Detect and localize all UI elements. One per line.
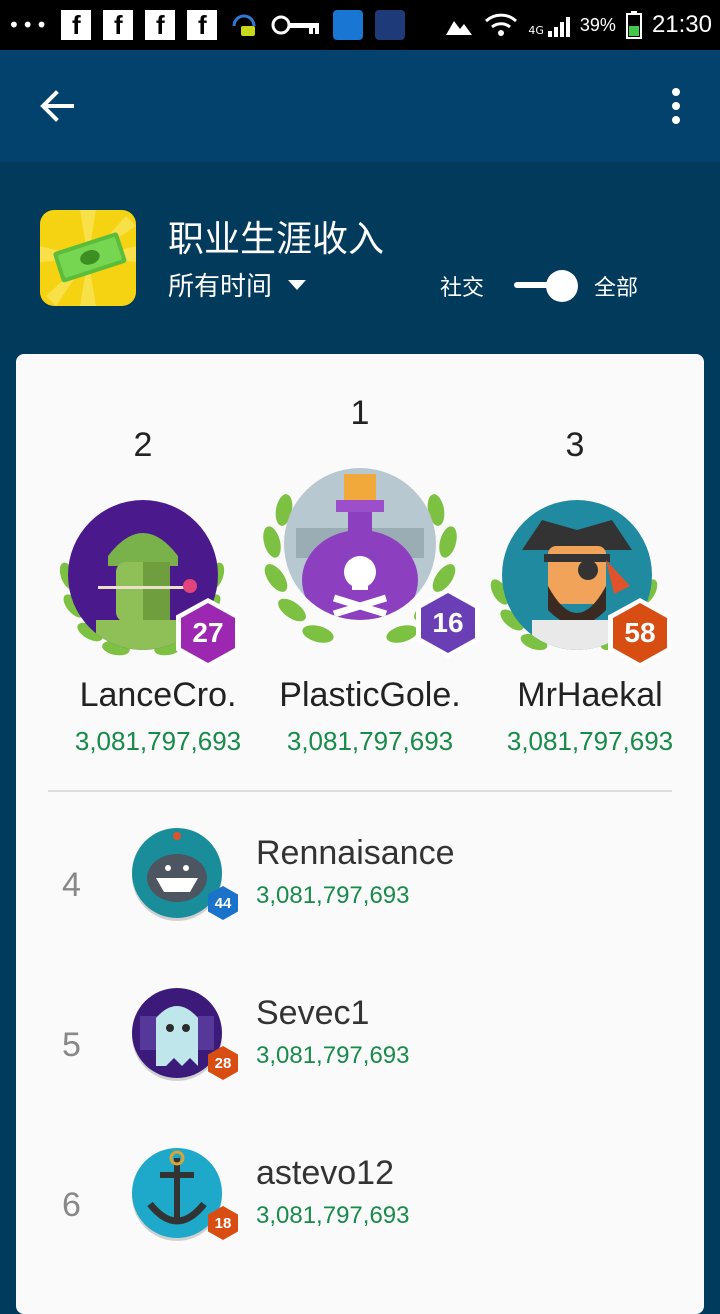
signal-icon: 4G [528, 13, 570, 37]
facebook-icon: f [145, 10, 176, 40]
wifi-icon [485, 13, 518, 36]
podium: 2 27 LanceCro. 3,081,797,693 1 16 Plasti… [16, 354, 704, 774]
scope-toggle-switch[interactable] [514, 266, 579, 306]
time-filter-label: 所有时间 [168, 272, 273, 302]
leaderboard-header: 职业生涯收入 所有时间 社交 全部 [0, 162, 720, 354]
app-bar [0, 50, 720, 162]
facebook-icon: f [187, 10, 218, 40]
landscape-icon [446, 21, 473, 35]
arrow-left-icon[interactable] [36, 84, 80, 128]
battery-icon [625, 11, 642, 39]
toggle-knob [546, 270, 579, 302]
dropdown-caret-icon [288, 279, 307, 290]
podium-rank: 3 [565, 426, 585, 464]
player-name: Rennaisance [256, 834, 455, 872]
podium-rank: 1 [350, 394, 370, 432]
player-name: LanceCro. [79, 676, 237, 714]
weather-icon [375, 10, 406, 40]
facebook-icon: f [103, 10, 134, 40]
facebook-icon: f [61, 10, 92, 40]
battery-percent: 39% [579, 14, 616, 35]
leaderboard-title: 职业生涯收入 [168, 219, 385, 260]
scope-toggle-group: 社交 全部 [440, 266, 638, 306]
toggle-label-social: 社交 [440, 276, 485, 301]
player-name: Sevec1 [256, 994, 370, 1032]
player-name: MrHaekal [517, 676, 663, 714]
rank-number: 6 [62, 1186, 81, 1224]
player-name: PlasticGole. [279, 676, 461, 714]
rank-number: 5 [62, 1026, 81, 1064]
list-item[interactable]: 4 44 Rennaisance 3,081,797,693 [16, 828, 704, 988]
player-score: 3,081,797,693 [506, 726, 674, 756]
rank-number: 4 [62, 866, 81, 904]
leaderboard-card: 2 27 LanceCro. 3,081,797,693 1 16 Plasti… [16, 354, 704, 1314]
headset-chat-icon [232, 14, 256, 36]
podium-entry-2[interactable]: 2 27 LanceCro. 3,081,797,693 [59, 354, 241, 774]
clock: 21:30 [651, 11, 712, 38]
podium-rank: 2 [133, 426, 153, 464]
divider [48, 790, 672, 792]
player-score: 3,081,797,693 [256, 882, 410, 909]
player-name: astevo12 [256, 1154, 394, 1192]
player-score: 3,081,797,693 [256, 1202, 410, 1229]
player-score: 3,081,797,693 [256, 1042, 410, 1069]
toggle-label-all: 全部 [594, 276, 639, 301]
app-icon [333, 10, 364, 40]
list-item[interactable]: 5 28 Sevec1 3,081,797,693 [16, 988, 704, 1148]
podium-entry-1[interactable]: 1 16 PlasticGole. 3,081,797,693 [263, 354, 480, 774]
network-type: 4G [528, 24, 544, 37]
player-score: 3,081,797,693 [74, 726, 242, 756]
list-item[interactable]: 6 18 astevo12 3,081,797,693 [16, 1148, 704, 1308]
time-filter-dropdown[interactable]: 所有时间 [168, 266, 307, 303]
game-icon [40, 210, 136, 306]
more-dots-icon: ••• [8, 13, 50, 37]
more-vert-icon[interactable] [656, 84, 696, 128]
key-icon [271, 15, 320, 35]
player-score: 3,081,797,693 [286, 726, 454, 756]
avatar [284, 468, 436, 620]
podium-entry-3[interactable]: 3 58 MrHaekal 3,081,797,693 [490, 354, 673, 774]
status-bar: ••• f f f f 4G 39% 21:30 [0, 0, 720, 50]
